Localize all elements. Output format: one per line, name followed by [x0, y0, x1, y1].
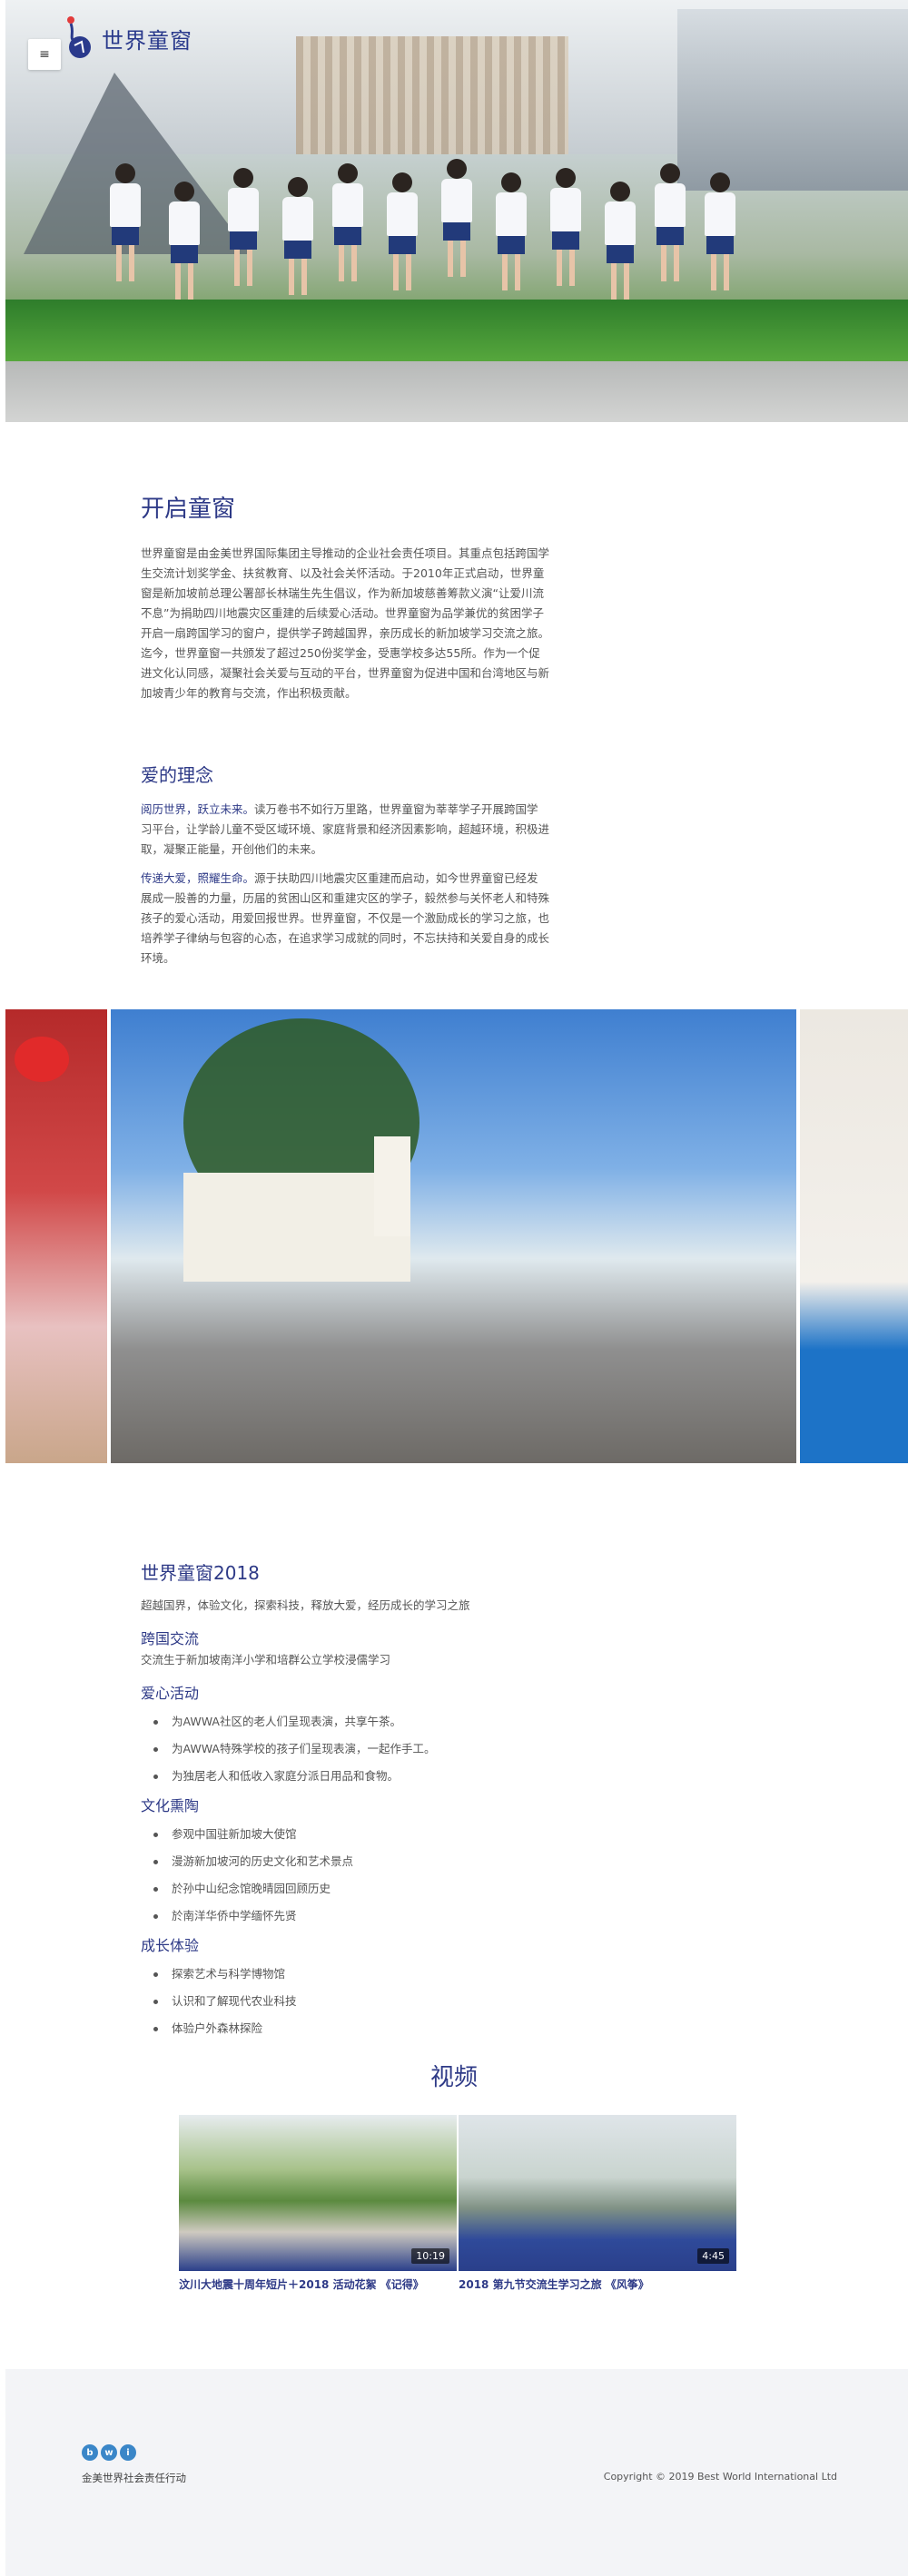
hero-image	[5, 0, 908, 422]
philosophy-lead-1: 阅历世界，跃立未来。	[141, 802, 255, 816]
photo-gallery[interactable]	[5, 1009, 908, 1463]
philosophy-body-2: 源于扶助四川地震灾区重建而启动，如今世界童窗已经发展成一股善的力量，历届的贫困山…	[141, 871, 550, 965]
video-section-heading: 视频	[429, 2064, 478, 2091]
footer-org-name: 金美世界社会责任行动	[82, 2472, 186, 2484]
group-text: 交流生于新加坡南洋小学和培群公立学校浸儒学习	[141, 1653, 391, 1667]
list-item: 漫游新加坡河的历史文化和艺术景点	[141, 1848, 549, 1875]
copyright-text: Copyright © 2019 Best World Internationa…	[603, 2471, 837, 2483]
group-heading: 爱心活动	[141, 1685, 200, 1702]
logo-letter: w	[101, 2444, 117, 2461]
list-item: 於南洋华侨中学缅怀先贤	[141, 1903, 549, 1930]
philosophy-lead-2: 传递大爱，照耀生命。	[141, 871, 255, 885]
list-item: 体验户外森林探险	[141, 2015, 549, 2042]
logo-text: 世界童窗	[102, 27, 192, 54]
list-item: 认识和了解现代农业科技	[141, 1988, 549, 2015]
program-title: 世界童窗2018	[141, 1562, 260, 1584]
video-title[interactable]: 2018 第九节交流生学习之旅 《风筝》	[459, 2276, 736, 2292]
list-item: 於孙中山纪念馆晚晴园回顾历史	[141, 1875, 549, 1903]
logo-letter: b	[82, 2444, 98, 2461]
menu-button[interactable]: ≡	[28, 39, 61, 70]
group-list: 探索艺术与科学博物馆 认识和了解现代农业科技 体验户外森林探险	[141, 1961, 549, 2042]
video-thumbnail[interactable]: 10:19	[179, 2115, 457, 2271]
intro-paragraph: 世界童窗是由金美世界国际集团主导推动的企业社会责任项目。其重点包括跨国学生交流计…	[141, 546, 550, 700]
philosophy-title: 爱的理念	[141, 764, 213, 786]
logo-letter: i	[120, 2444, 136, 2461]
philosophy-section: 爱的理念 阅历世界，跃立未来。读万卷书不如行万里路，世界童窗为莘莘学子开展跨国学…	[141, 761, 549, 968]
group-heading: 文化熏陶	[141, 1797, 200, 1814]
intro-section: 开启童窗 世界童窗是由金美世界国际集团主导推动的企业社会责任项目。其重点包括跨国…	[141, 490, 549, 703]
list-item: 为AWWA特殊学校的孩子们呈现表演，一起作手工。	[141, 1735, 549, 1763]
video-duration: 10:19	[411, 2248, 449, 2264]
video-duration: 4:45	[697, 2248, 729, 2264]
video-card[interactable]: 10:19 汶川大地震十周年短片＋2018 活动花絮 《记得》	[179, 2115, 457, 2292]
group-heading: 跨国交流	[141, 1630, 200, 1647]
group-heading: 成长体验	[141, 1937, 200, 1954]
hamburger-icon: ≡	[39, 47, 50, 62]
philosophy-paragraph-1: 阅历世界，跃立未来。读万卷书不如行万里路，世界童窗为莘莘学子开展跨国学习平台，让…	[141, 800, 549, 860]
logo-figure-icon	[64, 15, 96, 62]
footer: b w i 金美世界社会责任行动 Copyright © 2019 Best W…	[5, 2369, 908, 2576]
list-item: 为AWWA社区的老人们呈现表演，共享午茶。	[141, 1708, 549, 1735]
gallery-photo-center[interactable]	[111, 1009, 796, 1463]
gallery-photo-left[interactable]	[5, 1009, 107, 1463]
list-item: 为独居老人和低收入家庭分派日用品和食物。	[141, 1763, 549, 1790]
program-section: 世界童窗2018 超越国界，体验文化，探索科技，释放大爱，经历成长的学习之旅 跨…	[141, 1558, 549, 2042]
intro-title: 开启童窗	[141, 496, 236, 523]
program-tagline: 超越国界，体验文化，探索科技，释放大爱，经历成长的学习之旅	[141, 1598, 470, 1612]
gallery-photo-right[interactable]	[800, 1009, 908, 1463]
video-card[interactable]: 4:45 2018 第九节交流生学习之旅 《风筝》	[459, 2115, 736, 2292]
list-item: 探索艺术与科学博物馆	[141, 1961, 549, 1988]
group-list: 参观中国驻新加坡大使馆 漫游新加坡河的历史文化和艺术景点 於孙中山纪念馆晚晴园回…	[141, 1821, 549, 1930]
group-list: 为AWWA社区的老人们呈现表演，共享午茶。 为AWWA特殊学校的孩子们呈现表演，…	[141, 1708, 549, 1790]
video-title[interactable]: 汶川大地震十周年短片＋2018 活动花絮 《记得》	[179, 2276, 457, 2292]
philosophy-paragraph-2: 传递大爱，照耀生命。源于扶助四川地震灾区重建而启动，如今世界童窗已经发展成一股善…	[141, 869, 549, 968]
list-item: 参观中国驻新加坡大使馆	[141, 1821, 549, 1848]
site-logo[interactable]: 世界童窗	[64, 15, 192, 62]
footer-logo[interactable]: b w i	[82, 2444, 136, 2461]
video-thumbnail[interactable]: 4:45	[459, 2115, 736, 2271]
